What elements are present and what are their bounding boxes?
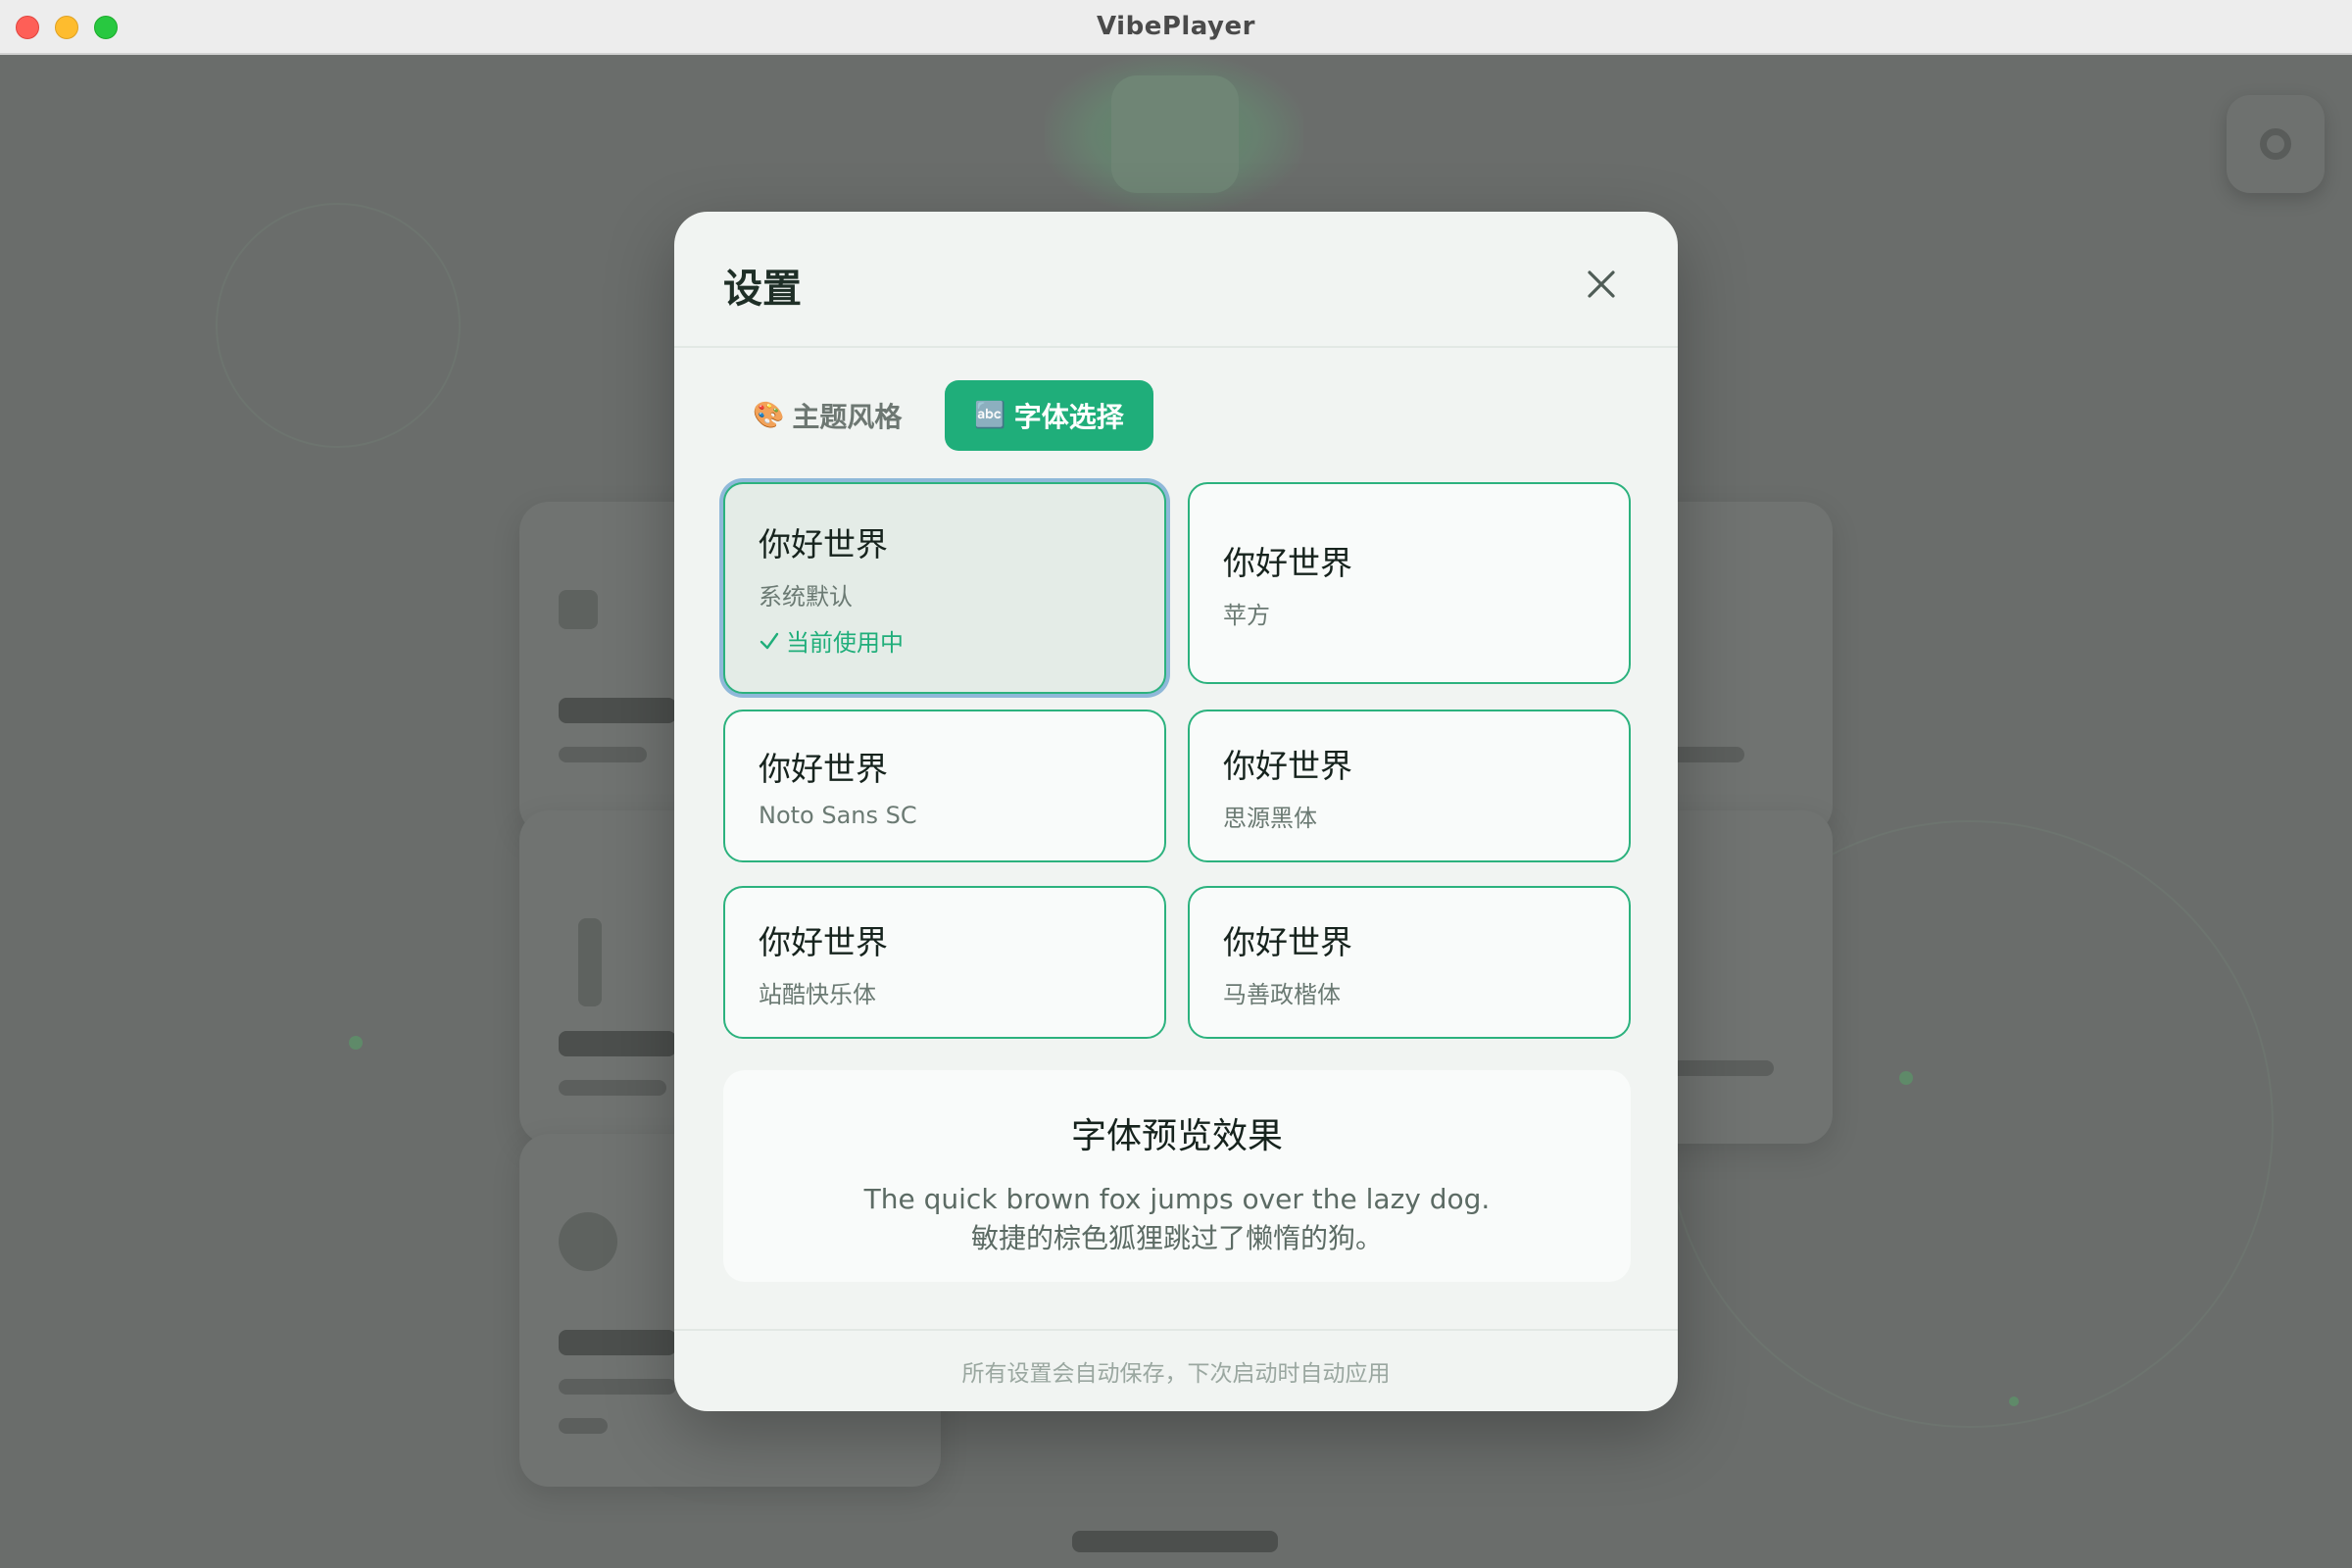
close-button[interactable] — [1572, 255, 1631, 314]
minimize-window-button[interactable] — [55, 16, 78, 39]
background-decoration — [1899, 1071, 1913, 1085]
close-icon — [1588, 270, 1615, 298]
font-name: 马善政楷体 — [1223, 980, 1341, 1008]
font-option-system-default[interactable]: 你好世界 系统默认 当前使用中 — [723, 482, 1166, 694]
font-name: 系统默认 — [759, 583, 853, 611]
check-icon — [760, 632, 779, 649]
dialog-header: 设置 — [674, 212, 1678, 348]
font-option-noto-sans-sc[interactable]: 你好世界 Noto Sans SC — [723, 710, 1166, 862]
font-name: 思源黑体 — [1223, 804, 1317, 832]
background-settings-button — [2227, 95, 2325, 193]
font-name: 站酷快乐体 — [759, 980, 876, 1008]
zoom-window-button[interactable] — [94, 16, 118, 39]
background-decoration — [2009, 1396, 2019, 1406]
preview-sample-english: The quick brown fox jumps over the lazy … — [863, 1183, 1491, 1215]
font-sample-text: 你好世界 — [1223, 543, 1352, 582]
settings-dialog: 设置 🎨 主题风格 🔤 字体选择 你好世界 系统默认 当前使用中 你好世界 苹方… — [674, 212, 1678, 1411]
background-decoration — [349, 1036, 363, 1050]
font-option-ma-shan-zheng[interactable]: 你好世界 马善政楷体 — [1188, 886, 1631, 1039]
preview-sample: The quick brown fox jumps over the lazy … — [723, 1180, 1631, 1258]
font-sample-text: 你好世界 — [1223, 922, 1352, 961]
font-sample-text: 你好世界 — [759, 922, 888, 961]
font-sample-text: 你好世界 — [759, 525, 888, 564]
tab-theme[interactable]: 🎨 主题风格 — [723, 380, 931, 451]
font-sample-text: 你好世界 — [1223, 746, 1352, 785]
font-preview-panel: 字体预览效果 The quick brown fox jumps over th… — [723, 1070, 1631, 1282]
close-window-button[interactable] — [16, 16, 39, 39]
window-controls — [16, 16, 118, 39]
current-font-indicator: 当前使用中 — [759, 623, 1131, 658]
preview-sample-chinese: 敏捷的棕色狐狸跳过了懒惰的狗。 — [970, 1222, 1383, 1254]
palette-icon: 🎨 — [753, 401, 785, 430]
settings-tabs: 🎨 主题风格 🔤 字体选择 — [723, 380, 1153, 451]
letters-icon: 🔤 — [974, 401, 1006, 430]
background-footer-text — [1072, 1531, 1278, 1552]
tab-font[interactable]: 🔤 字体选择 — [945, 380, 1153, 451]
dialog-footer-note: 所有设置会自动保存，下次启动时自动应用 — [674, 1329, 1678, 1411]
window-titlebar: VibePlayer — [0, 0, 2352, 55]
font-option-source-han-sans[interactable]: 你好世界 思源黑体 — [1188, 710, 1631, 862]
preview-title: 字体预览效果 — [1070, 1116, 1283, 1156]
font-option-zcool-kuaile[interactable]: 你好世界 站酷快乐体 — [723, 886, 1166, 1039]
background-app-logo — [1111, 75, 1239, 193]
tab-label: 字体选择 — [1013, 401, 1124, 433]
current-font-label: 当前使用中 — [786, 629, 904, 657]
font-option-pingfang[interactable]: 你好世界 苹方 — [1188, 482, 1631, 684]
font-sample-text: 你好世界 — [759, 750, 888, 788]
background-decoration — [216, 203, 461, 448]
font-name: 苹方 — [1223, 601, 1270, 629]
tab-label: 主题风格 — [792, 401, 903, 433]
font-name: Noto Sans SC — [759, 802, 917, 829]
dialog-title: 设置 — [723, 267, 802, 312]
window-title: VibePlayer — [1097, 12, 1255, 41]
